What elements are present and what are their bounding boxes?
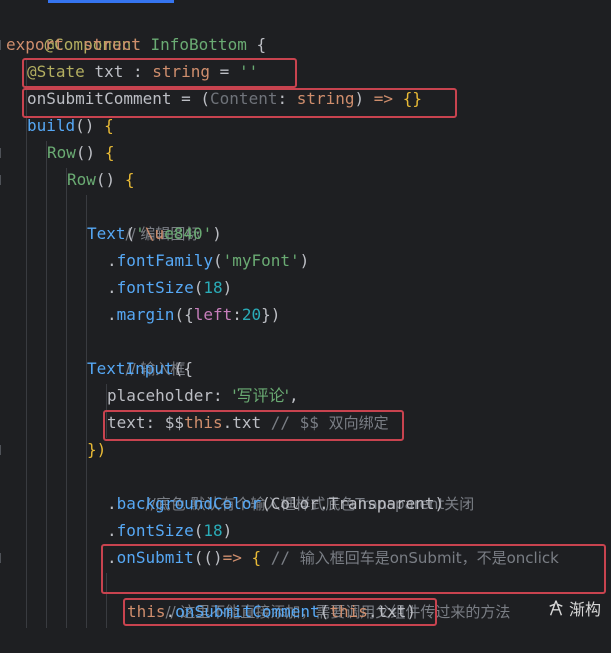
code-line[interactable]: @State txt : string = '' xyxy=(27,58,258,85)
code-line[interactable]: .fontSize(18) xyxy=(107,274,232,301)
code-line[interactable]: @Component xyxy=(6,4,141,54)
logo-icon xyxy=(549,600,563,616)
fold-marker-icon[interactable] xyxy=(0,553,9,563)
code-line[interactable]: //底色 默认有个输入框样式底色Transparent关闭 xyxy=(107,463,475,513)
active-tab-indicator xyxy=(48,0,174,3)
code-line[interactable]: // 输入框 xyxy=(87,328,186,378)
code-line[interactable]: placeholder: '写评论', xyxy=(107,382,299,409)
fold-marker-icon[interactable] xyxy=(0,148,9,158)
code-line[interactable]: // 这里不能直接添加，需要调用父组件传过来的方法 xyxy=(127,571,511,621)
code-line[interactable]: .fontFamily('myFont') xyxy=(107,247,309,274)
code-line[interactable]: this.onSubmitComment(this.txt) xyxy=(127,598,416,625)
code-line[interactable]: .backgroundColor(Color.Transparent) xyxy=(107,490,444,517)
fold-marker-icon[interactable] xyxy=(0,445,9,455)
watermark: 渐构 xyxy=(547,596,601,620)
watermark-text: 渐构 xyxy=(568,600,601,619)
code-line[interactable]: .onSubmit(()=> { // 输入框回车是onSubmit，不是onc… xyxy=(107,544,559,571)
indent-guide xyxy=(26,60,27,628)
indent-guide xyxy=(66,168,67,628)
code-line[interactable]: TextInput({ xyxy=(87,355,193,382)
code-line[interactable]: Row() { xyxy=(47,139,114,166)
code-line[interactable]: // 编辑图标 xyxy=(87,193,201,243)
fold-marker-icon[interactable] xyxy=(0,175,9,185)
code-line[interactable]: }) xyxy=(87,436,106,463)
code-editor[interactable]: @Component export struct InfoBottom { @S… xyxy=(0,0,611,628)
code-line[interactable]: Row() { xyxy=(67,166,134,193)
code-line[interactable]: build() { xyxy=(27,112,114,139)
code-line[interactable]: .fontSize(18) xyxy=(107,517,232,544)
code-line[interactable]: onSubmitComment = (Content: string) => {… xyxy=(27,85,422,112)
code-line[interactable]: .margin({left:20}) xyxy=(107,301,280,328)
indent-guide xyxy=(46,141,47,628)
indent-guide xyxy=(106,573,107,628)
code-line[interactable]: Text('\ue840') xyxy=(87,220,222,247)
code-line[interactable]: export struct InfoBottom { xyxy=(6,31,266,58)
code-line[interactable]: text: $$this.txt // $$ 双向绑定 xyxy=(107,409,389,436)
